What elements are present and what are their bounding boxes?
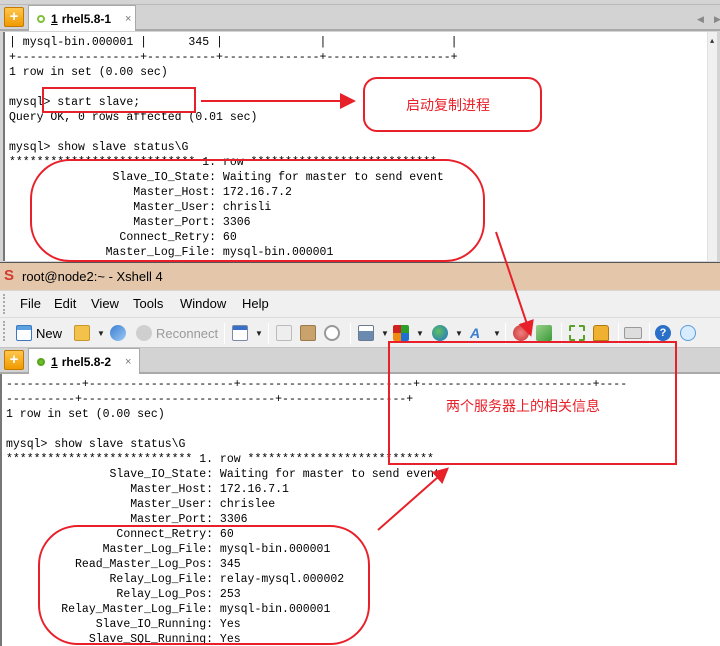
- tab-number: 1: [51, 354, 58, 369]
- fullscreen-icon: [569, 325, 585, 341]
- menu-file[interactable]: File: [20, 296, 41, 311]
- reconnect-label: Reconnect: [156, 325, 219, 341]
- speech-bubble-icon: [680, 325, 696, 341]
- highlight-slave-status-1: [30, 159, 485, 262]
- highlight-start-slave: [42, 87, 196, 113]
- dropdown-caret-icon[interactable]: ▼: [97, 329, 105, 338]
- folder-open-icon: [74, 325, 90, 341]
- menu-window[interactable]: Window: [180, 296, 226, 311]
- paste-button[interactable]: [300, 323, 320, 343]
- toolbar-separator: [268, 323, 269, 344]
- menu-help[interactable]: Help: [242, 296, 269, 311]
- dropdown-caret-icon[interactable]: ▼: [493, 329, 501, 338]
- dropdown-caret-icon[interactable]: ▼: [255, 329, 263, 338]
- print-button[interactable]: ▼: [358, 323, 389, 343]
- callout-related-info-text: 两个服务器上的相关信息: [446, 399, 600, 415]
- scroll-up-icon[interactable]: ▲: [710, 35, 714, 50]
- dropdown-caret-icon[interactable]: ▼: [381, 329, 389, 338]
- vertical-scrollbar[interactable]: ▲: [707, 32, 717, 261]
- tab-rhel5.8-2[interactable]: 1 rhel5.8-2 ×: [28, 348, 140, 374]
- help-icon: ?: [655, 325, 671, 341]
- copy-icon: [276, 325, 292, 341]
- xshell-button[interactable]: [513, 323, 533, 343]
- help-button[interactable]: ?: [655, 323, 675, 343]
- menu-bar: File Edit View Tools Window Help: [0, 290, 720, 317]
- xshell-icon: [513, 325, 529, 341]
- tab-rhel5.8-1[interactable]: 1 rhel5.8-1 ×: [28, 5, 136, 31]
- tab-label: rhel5.8-1: [61, 11, 112, 26]
- fullscreen-button[interactable]: [569, 323, 589, 343]
- lock-button[interactable]: [593, 323, 613, 343]
- paste-icon: [300, 325, 316, 341]
- new-session-icon: [16, 325, 32, 341]
- keyboard-icon: [624, 327, 642, 339]
- terminal-line: ----------+----------------------------+…: [6, 393, 414, 406]
- new-session-toolbar-button[interactable]: New: [16, 323, 62, 343]
- tab-close-icon[interactable]: ×: [125, 13, 131, 25]
- new-session-button[interactable]: +: [4, 350, 24, 370]
- terminal-line: mysql> show slave status\G: [9, 141, 189, 154]
- print-icon: [358, 325, 374, 341]
- dropdown-caret-icon[interactable]: ▼: [455, 329, 463, 338]
- tab-scroll-right-icon[interactable]: ▶: [714, 14, 720, 25]
- toolbar-separator: [224, 323, 225, 344]
- terminal-line: Slave_IO_State: Waiting for master to se…: [6, 468, 441, 481]
- dropdown-caret-icon[interactable]: ▼: [416, 329, 424, 338]
- window-title-bar: S root@node2:~ - Xshell 4: [0, 262, 720, 290]
- open-button[interactable]: ▼: [74, 323, 105, 343]
- font-button[interactable]: A ▼: [470, 323, 501, 343]
- callout-start-replication-text: 启动复制进程: [406, 98, 490, 114]
- chat-button[interactable]: [680, 323, 700, 343]
- toolbar-separator: [350, 323, 351, 344]
- xshell-logo-icon: S: [4, 267, 15, 284]
- session-status-icon: [37, 357, 45, 366]
- terminal-line: Master_Host: 172.16.7.1: [6, 483, 289, 496]
- properties-icon: [232, 325, 248, 341]
- menu-tools[interactable]: Tools: [133, 296, 163, 311]
- menu-edit[interactable]: Edit: [54, 296, 76, 311]
- terminal-line: *************************** 1. row *****…: [6, 453, 434, 466]
- session-status-icon: [37, 14, 45, 23]
- tab-close-icon[interactable]: ×: [125, 356, 131, 368]
- terminal-line: 1 row in set (0.00 sec): [9, 66, 168, 79]
- highlight-slave-status-2: [38, 525, 370, 645]
- xftp-icon: [536, 325, 552, 341]
- find-button[interactable]: [324, 323, 344, 343]
- window-title: root@node2:~ - Xshell 4: [22, 269, 163, 284]
- lock-icon: [593, 325, 609, 341]
- terminal-line: +------------------+----------+---------…: [9, 51, 458, 64]
- font-icon: A: [470, 325, 481, 341]
- transfer-button[interactable]: ▼: [393, 323, 424, 343]
- new-session-button[interactable]: +: [4, 7, 24, 27]
- terminal-line: | mysql-bin.000001 | 345 | | |: [9, 36, 458, 49]
- reconnect-icon: [136, 325, 152, 341]
- copy-button[interactable]: [276, 323, 296, 343]
- menubar-grip[interactable]: [3, 294, 6, 314]
- tab-strip: + 1 rhel5.8-1 × ◀ ▶: [0, 4, 720, 31]
- tab-scroll-left-icon[interactable]: ◀: [697, 14, 704, 25]
- menu-view[interactable]: View: [91, 296, 119, 311]
- terminal-line: mysql> show slave status\G: [6, 438, 186, 451]
- connect-button[interactable]: [110, 323, 130, 343]
- terminal-line: 1 row in set (0.00 sec): [6, 408, 165, 421]
- connect-icon: [110, 325, 126, 341]
- search-icon: [324, 325, 340, 341]
- terminal-line: Master_User: chrislee: [6, 498, 276, 511]
- transfer-icon: [393, 325, 409, 341]
- new-label: New: [36, 325, 63, 341]
- keyboard-button[interactable]: [624, 323, 646, 343]
- xftp-button[interactable]: [536, 323, 556, 343]
- toolbar-grip[interactable]: [3, 321, 6, 341]
- globe-button[interactable]: ▼: [432, 323, 463, 343]
- tab-number: 1: [51, 11, 58, 26]
- reconnect-button[interactable]: Reconnect: [136, 323, 218, 343]
- tab-label: rhel5.8-2: [61, 354, 112, 369]
- session-properties-button[interactable]: ▼: [232, 323, 263, 343]
- globe-icon: [432, 325, 448, 341]
